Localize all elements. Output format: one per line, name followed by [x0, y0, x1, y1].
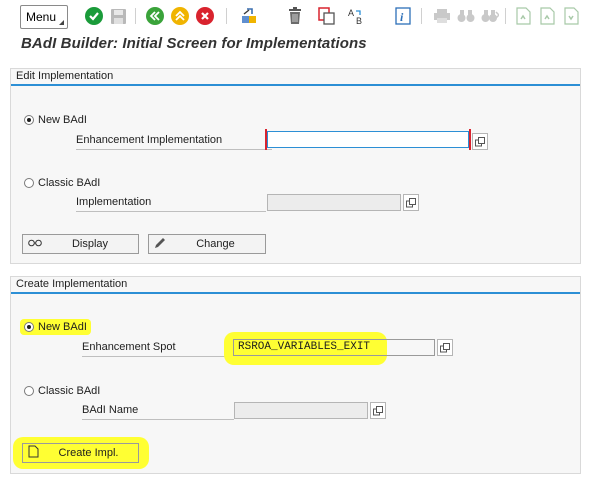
radio-unselected-icon [24, 178, 34, 188]
edit-implementation-panel: Edit Implementation New BAdI Enhancement… [10, 68, 581, 264]
find-next-icon[interactable] [481, 7, 499, 25]
menu-button-label: Menu [26, 10, 57, 24]
create-panel-title: Create Implementation [11, 277, 580, 294]
value-help-icon[interactable] [472, 133, 488, 150]
check-icon[interactable] [85, 7, 103, 25]
enhancement-implementation-input[interactable] [267, 131, 469, 148]
toolbar-separator [135, 8, 136, 24]
implementation-label: Implementation [76, 195, 266, 212]
svg-text:A: A [348, 8, 354, 18]
toolbar-separator [421, 8, 422, 24]
create-classic-badi-label: Classic BAdI [38, 385, 101, 397]
rename-icon[interactable]: AB [347, 7, 365, 25]
create-implementation-panel: Create Implementation New BAdI Enhanceme… [10, 276, 581, 474]
cancel-icon[interactable] [196, 7, 214, 25]
new-document-icon [23, 445, 39, 461]
edit-classic-badi-radio[interactable]: Classic BAdI [24, 177, 100, 189]
badi-name-input[interactable] [234, 402, 368, 419]
delete-icon[interactable] [286, 7, 304, 25]
print-icon[interactable] [433, 7, 451, 25]
radio-selected-icon [24, 322, 34, 332]
save-icon[interactable] [109, 7, 127, 25]
pencil-icon [149, 237, 166, 252]
edit-new-badi-radio[interactable]: New BAdI [24, 114, 87, 126]
badi-name-label: BAdI Name [82, 403, 234, 420]
page-title: BAdI Builder: Initial Screen for Impleme… [21, 35, 367, 52]
previous-page-icon[interactable] [538, 7, 556, 25]
edit-panel-title: Edit Implementation [11, 69, 580, 86]
create-new-badi-label: New BAdI [38, 321, 87, 333]
create-impl-button-label: Create Impl. [58, 447, 119, 459]
value-help-icon[interactable] [403, 194, 419, 211]
create-new-badi-radio[interactable]: New BAdI [20, 319, 91, 335]
enhancement-spot-input[interactable]: RSROA_VARIABLES_EXIT [233, 339, 435, 356]
copy-icon[interactable] [318, 7, 336, 25]
enhancement-implementation-label: Enhancement Implementation [76, 133, 272, 150]
radio-unselected-icon [24, 386, 34, 396]
svg-text:B: B [356, 16, 362, 25]
change-button[interactable]: Change [148, 234, 266, 254]
edit-classic-badi-label: Classic BAdI [38, 177, 101, 189]
back-icon[interactable] [146, 7, 164, 25]
display-button[interactable]: Display [22, 234, 139, 254]
toolbar-separator [226, 8, 227, 24]
create-classic-badi-radio[interactable]: Classic BAdI [24, 385, 100, 397]
change-button-label: Change [196, 238, 235, 250]
implementation-input[interactable] [267, 194, 401, 211]
info-icon[interactable]: i [394, 7, 412, 25]
object-list-icon[interactable] [240, 7, 258, 25]
toolbar-separator [505, 8, 506, 24]
find-icon[interactable] [457, 7, 475, 25]
glasses-icon [23, 238, 42, 250]
create-impl-button[interactable]: Create Impl. [22, 443, 139, 463]
menu-button[interactable]: Menu [20, 5, 68, 29]
exit-icon[interactable] [171, 7, 189, 25]
edit-new-badi-label: New BAdI [38, 114, 87, 126]
dropdown-corner-icon [59, 20, 64, 25]
value-help-icon[interactable] [370, 402, 386, 419]
display-button-label: Display [71, 238, 109, 250]
radio-selected-icon [24, 115, 34, 125]
enhancement-spot-label: Enhancement Spot [82, 340, 232, 357]
first-page-icon[interactable] [514, 7, 532, 25]
value-help-icon[interactable] [437, 339, 453, 356]
application-toolbar: Menu AB i [0, 0, 597, 33]
next-page-icon[interactable] [562, 7, 580, 25]
